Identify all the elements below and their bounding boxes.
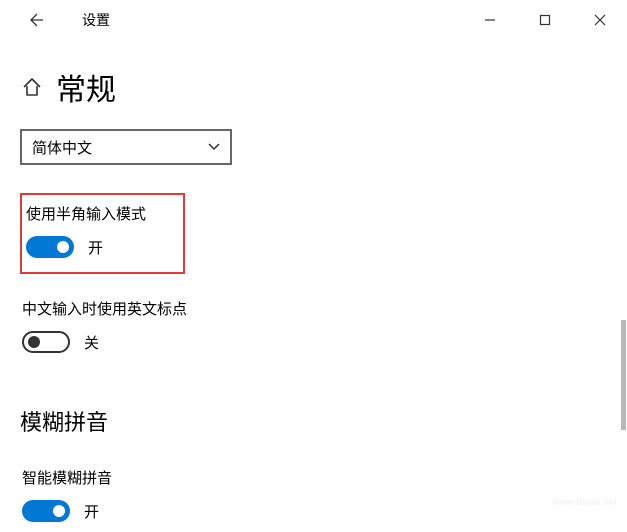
english-punctuation-label: 中文输入时使用英文标点 (22, 298, 615, 319)
minimize-button[interactable] (462, 0, 517, 40)
smart-fuzzy-label: 智能模糊拼音 (22, 467, 615, 488)
english-punctuation-toggle-row: 关 (22, 331, 615, 353)
highlighted-setting: 使用半角输入模式 开 (20, 193, 185, 274)
toggle-knob (53, 505, 65, 517)
back-arrow-icon (29, 12, 45, 28)
content-area: 常规 简体中文 使用半角输入模式 开 中文输入时使用英文标点 关 模糊拼音 智能… (0, 40, 627, 532)
english-punctuation-state: 关 (84, 332, 99, 353)
window-title: 设置 (82, 10, 110, 30)
dropdown-selected-value: 简体中文 (32, 137, 92, 158)
smart-fuzzy-state: 开 (84, 501, 99, 522)
maximize-button[interactable] (517, 0, 572, 40)
watermark: www.dnxtc.net (553, 497, 617, 508)
halfwidth-toggle[interactable] (26, 236, 74, 258)
fuzzy-pinyin-heading: 模糊拼音 (20, 405, 617, 437)
page-title: 常规 (56, 65, 116, 109)
maximize-icon (539, 14, 551, 26)
chevron-down-icon (208, 140, 220, 154)
smart-fuzzy-toggle[interactable] (22, 500, 70, 522)
window-controls (462, 0, 627, 40)
halfwidth-toggle-row: 开 (26, 236, 175, 258)
home-icon[interactable] (20, 75, 44, 99)
close-icon (594, 14, 606, 26)
halfwidth-label: 使用半角输入模式 (26, 203, 175, 224)
halfwidth-state: 开 (88, 237, 103, 258)
toggle-knob (28, 336, 40, 348)
minimize-icon (484, 14, 496, 26)
smart-fuzzy-toggle-row: 开 (22, 500, 615, 522)
back-button[interactable] (22, 5, 52, 35)
english-punctuation-toggle[interactable] (22, 331, 70, 353)
close-button[interactable] (572, 0, 627, 40)
smart-fuzzy-setting: 智能模糊拼音 开 (20, 461, 617, 532)
scrollbar-thumb[interactable] (621, 320, 626, 430)
language-dropdown[interactable]: 简体中文 (20, 129, 232, 165)
english-punctuation-setting: 中文输入时使用英文标点 关 (20, 292, 617, 363)
page-header: 常规 (20, 65, 617, 109)
toggle-knob (57, 241, 69, 253)
title-bar: 设置 (0, 0, 627, 40)
